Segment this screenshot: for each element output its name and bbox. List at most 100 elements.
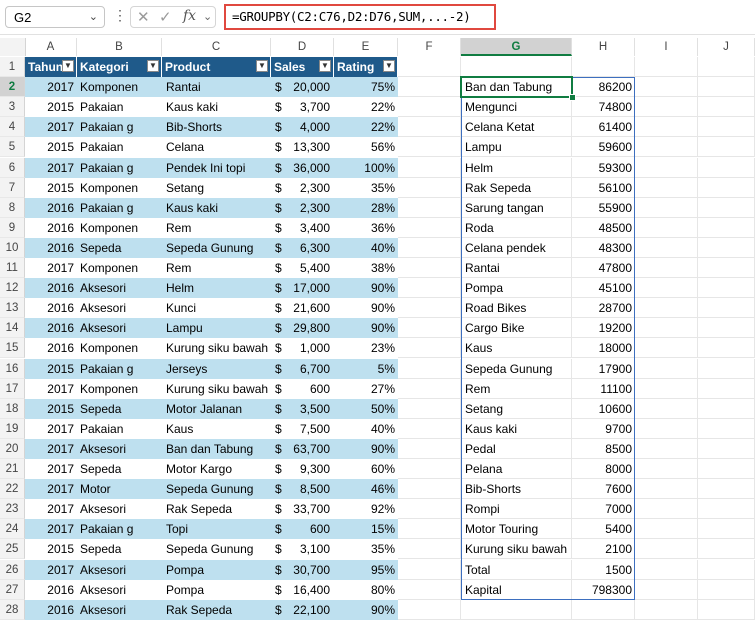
table-cell-year[interactable]: 2017 bbox=[25, 157, 77, 178]
filter-dropdown-icon[interactable]: ▼ bbox=[62, 60, 74, 72]
filter-dropdown-icon[interactable]: ▼ bbox=[383, 60, 395, 72]
groupby-label[interactable]: Sarung tangan bbox=[461, 198, 572, 218]
table-cell-category[interactable]: Aksesori bbox=[77, 499, 162, 520]
table-cell-sales[interactable]: $16,400 bbox=[271, 579, 334, 600]
grid-cell[interactable] bbox=[698, 298, 755, 319]
groupby-value[interactable]: 10600 bbox=[572, 399, 635, 419]
grid-cell[interactable] bbox=[398, 378, 461, 399]
grid-cell[interactable] bbox=[698, 559, 755, 580]
table-cell-sales[interactable]: $2,300 bbox=[271, 197, 334, 218]
groupby-label[interactable]: Kaus kaki bbox=[461, 419, 572, 439]
table-cell-rating[interactable]: 46% bbox=[334, 479, 398, 500]
filter-dropdown-icon[interactable]: ▼ bbox=[256, 60, 268, 72]
table-cell-category[interactable]: Aksesori bbox=[77, 599, 162, 620]
table-cell-rating[interactable]: 5% bbox=[334, 358, 398, 379]
grid-cell[interactable] bbox=[398, 539, 461, 560]
table-cell-rating[interactable]: 56% bbox=[334, 137, 398, 158]
table-cell-sales[interactable]: $9,300 bbox=[271, 459, 334, 480]
row-header[interactable]: 7 bbox=[0, 177, 25, 198]
table-cell-rating[interactable]: 90% bbox=[334, 599, 398, 620]
grid-cell[interactable] bbox=[698, 378, 755, 399]
row-header[interactable]: 28 bbox=[0, 599, 25, 620]
row-header[interactable]: 24 bbox=[0, 519, 25, 540]
grid-cell[interactable] bbox=[398, 318, 461, 339]
table-cell-sales[interactable]: $2,300 bbox=[271, 177, 334, 198]
grid-cell[interactable] bbox=[461, 599, 572, 620]
grid-cell[interactable] bbox=[398, 519, 461, 540]
groupby-value[interactable]: 9700 bbox=[572, 419, 635, 439]
table-cell-rating[interactable]: 95% bbox=[334, 559, 398, 580]
groupby-label[interactable]: Kaus bbox=[461, 338, 572, 358]
groupby-label[interactable]: Sepeda Gunung bbox=[461, 359, 572, 379]
table-cell-product[interactable]: Motor Jalanan bbox=[162, 398, 271, 419]
row-header[interactable]: 15 bbox=[0, 338, 25, 359]
table-cell-sales[interactable]: $1,000 bbox=[271, 338, 334, 359]
grid-cell[interactable] bbox=[398, 298, 461, 319]
row-header[interactable]: 10 bbox=[0, 237, 25, 258]
table-cell-year[interactable]: 2017 bbox=[25, 117, 77, 138]
table-cell-rating[interactable]: 90% bbox=[334, 298, 398, 319]
row-header[interactable]: 14 bbox=[0, 318, 25, 339]
table-cell-product[interactable]: Lampu bbox=[162, 318, 271, 339]
groupby-value[interactable]: 798300 bbox=[572, 580, 635, 600]
grid-cell[interactable] bbox=[398, 237, 461, 258]
grid-cell[interactable] bbox=[698, 57, 755, 78]
table-cell-product[interactable]: Topi bbox=[162, 519, 271, 540]
table-cell-rating[interactable]: 27% bbox=[334, 378, 398, 399]
grid-cell[interactable] bbox=[635, 197, 698, 218]
name-box[interactable]: G2 ⌄ bbox=[5, 6, 105, 28]
column-header-f[interactable]: F bbox=[398, 38, 461, 56]
groupby-value[interactable]: 19200 bbox=[572, 318, 635, 338]
groupby-label[interactable]: Bib-Shorts bbox=[461, 479, 572, 499]
select-all-corner[interactable] bbox=[0, 38, 26, 56]
groupby-value[interactable]: 7600 bbox=[572, 479, 635, 499]
column-header-g[interactable]: G bbox=[461, 38, 572, 56]
grid-cell[interactable] bbox=[398, 97, 461, 118]
table-cell-year[interactable]: 2016 bbox=[25, 338, 77, 359]
table-cell-sales[interactable]: $3,500 bbox=[271, 398, 334, 419]
grid-cell[interactable] bbox=[635, 77, 698, 98]
row-header[interactable]: 19 bbox=[0, 418, 25, 439]
table-cell-year[interactable]: 2016 bbox=[25, 237, 77, 258]
grid-cell[interactable] bbox=[635, 358, 698, 379]
table-cell-sales[interactable]: $21,600 bbox=[271, 298, 334, 319]
grid-cell[interactable] bbox=[698, 318, 755, 339]
grid-cell[interactable] bbox=[698, 278, 755, 299]
grid-cell[interactable] bbox=[698, 438, 755, 459]
groupby-label[interactable]: Rantai bbox=[461, 258, 572, 278]
table-cell-category[interactable]: Aksesori bbox=[77, 579, 162, 600]
row-header[interactable]: 23 bbox=[0, 499, 25, 520]
grid-cell[interactable] bbox=[398, 358, 461, 379]
grid-cell[interactable] bbox=[698, 237, 755, 258]
groupby-label[interactable]: Celana Ketat bbox=[461, 117, 572, 137]
table-cell-category[interactable]: Pakaian bbox=[77, 97, 162, 118]
table-cell-year[interactable]: 2017 bbox=[25, 459, 77, 480]
column-header-h[interactable]: H bbox=[572, 38, 635, 56]
table-cell-category[interactable]: Komponen bbox=[77, 378, 162, 399]
groupby-label[interactable]: Road Bikes bbox=[461, 298, 572, 318]
table-cell-sales[interactable]: $3,100 bbox=[271, 539, 334, 560]
table-cell-rating[interactable]: 38% bbox=[334, 258, 398, 279]
table-cell-year[interactable]: 2015 bbox=[25, 137, 77, 158]
table-cell-year[interactable]: 2015 bbox=[25, 358, 77, 379]
table-cell-product[interactable]: Sepeda Gunung bbox=[162, 479, 271, 500]
table-cell-product[interactable]: Rak Sepeda bbox=[162, 499, 271, 520]
more-options-icon[interactable]: ⋮ bbox=[113, 7, 127, 24]
grid-cell[interactable] bbox=[635, 438, 698, 459]
grid-cell[interactable] bbox=[572, 57, 635, 78]
table-cell-year[interactable]: 2016 bbox=[25, 318, 77, 339]
grid-cell[interactable] bbox=[698, 398, 755, 419]
grid-cell[interactable] bbox=[698, 539, 755, 560]
row-header[interactable]: 20 bbox=[0, 438, 25, 459]
groupby-value[interactable]: 5400 bbox=[572, 519, 635, 539]
row-header[interactable]: 25 bbox=[0, 539, 25, 560]
table-cell-rating[interactable]: 40% bbox=[334, 418, 398, 439]
grid-cell[interactable] bbox=[635, 499, 698, 520]
table-cell-rating[interactable]: 22% bbox=[334, 97, 398, 118]
row-header[interactable]: 22 bbox=[0, 479, 25, 500]
grid-cell[interactable] bbox=[698, 459, 755, 480]
table-cell-product[interactable]: Kaus kaki bbox=[162, 97, 271, 118]
table-cell-year[interactable]: 2016 bbox=[25, 197, 77, 218]
table-cell-sales[interactable]: $3,400 bbox=[271, 217, 334, 238]
grid-cell[interactable] bbox=[698, 217, 755, 238]
